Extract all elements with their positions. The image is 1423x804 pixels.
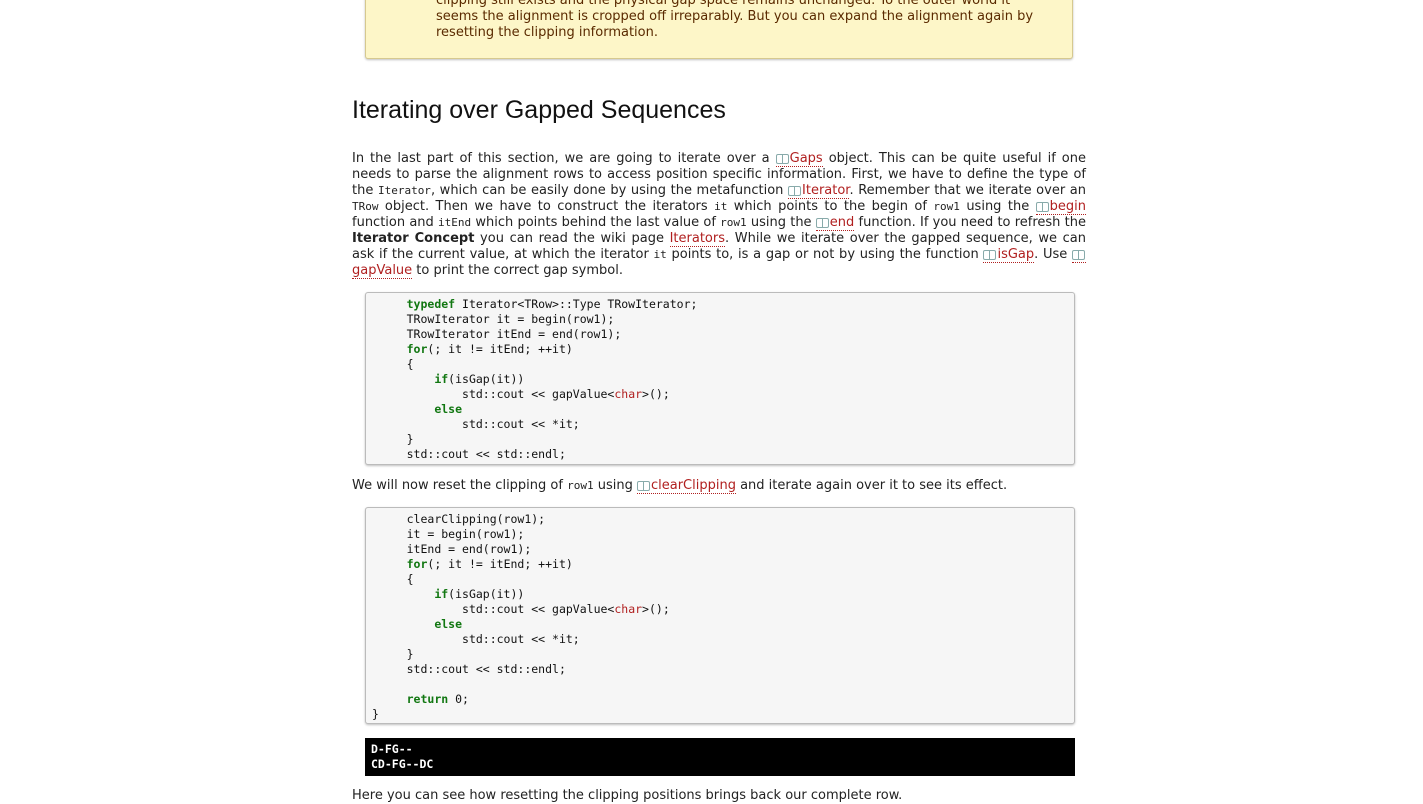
book-icon: [775, 154, 789, 164]
note-line: clipping still exists and the physical g…: [436, 0, 1011, 8]
reset-paragraph: We will now reset the clipping of row1 u…: [352, 478, 1008, 494]
code-block-clear-clipping: clearClipping(row1); it = begin(row1); i…: [365, 507, 1075, 724]
book-icon: [636, 481, 650, 491]
intro-paragraph: In the last part of this section, we are…: [352, 151, 1087, 279]
isgap-doc-link[interactable]: isGap: [983, 247, 1035, 263]
iterator-doc-link[interactable]: Iterator: [788, 183, 850, 199]
inline-code: it: [714, 200, 728, 213]
end-doc-link[interactable]: end: [815, 215, 855, 231]
book-icon: [1072, 250, 1086, 260]
result-paragraph: Here you can see how resetting the clipp…: [352, 788, 903, 803]
iterator-concept-bold: Iterator Concept: [352, 231, 475, 246]
inline-code: it: [653, 248, 667, 261]
code-block-iterate: typedef Iterator<TRow>::Type TRowIterato…: [365, 292, 1075, 465]
note-line: resetting the clipping information.: [436, 25, 658, 40]
inline-code: itEnd: [438, 216, 472, 229]
book-icon: [815, 218, 829, 228]
iterators-wiki-link[interactable]: Iterators: [669, 231, 726, 247]
code-text: typedef Iterator<TRow>::Type TRowIterato…: [406, 297, 698, 461]
inline-code: row1: [567, 479, 594, 492]
inline-code: row1: [720, 216, 747, 229]
info-note-box: clipping still exists and the physical g…: [365, 0, 1073, 59]
book-icon: [983, 250, 997, 260]
output-text: D-FG-- CD-FG--DC: [371, 742, 434, 771]
inline-code: TRow: [352, 200, 379, 213]
begin-doc-link[interactable]: begin: [1035, 199, 1086, 215]
gaps-doc-link[interactable]: Gaps: [775, 151, 823, 167]
inline-code: row1: [933, 200, 960, 213]
book-icon: [788, 186, 802, 196]
clearclipping-doc-link[interactable]: clearClipping: [636, 478, 736, 494]
note-line: seems the alignment is cropped off irrep…: [436, 9, 1034, 24]
code-text: clearClipping(row1); it = begin(row1); i…: [372, 512, 670, 721]
note-text: clipping still exists and the physical g…: [436, 0, 1056, 41]
inline-code: Iterator: [377, 184, 431, 197]
section-heading: Iterating over Gapped Sequences: [352, 96, 726, 124]
book-icon: [1035, 202, 1049, 212]
console-output: D-FG-- CD-FG--DC: [365, 738, 1075, 776]
